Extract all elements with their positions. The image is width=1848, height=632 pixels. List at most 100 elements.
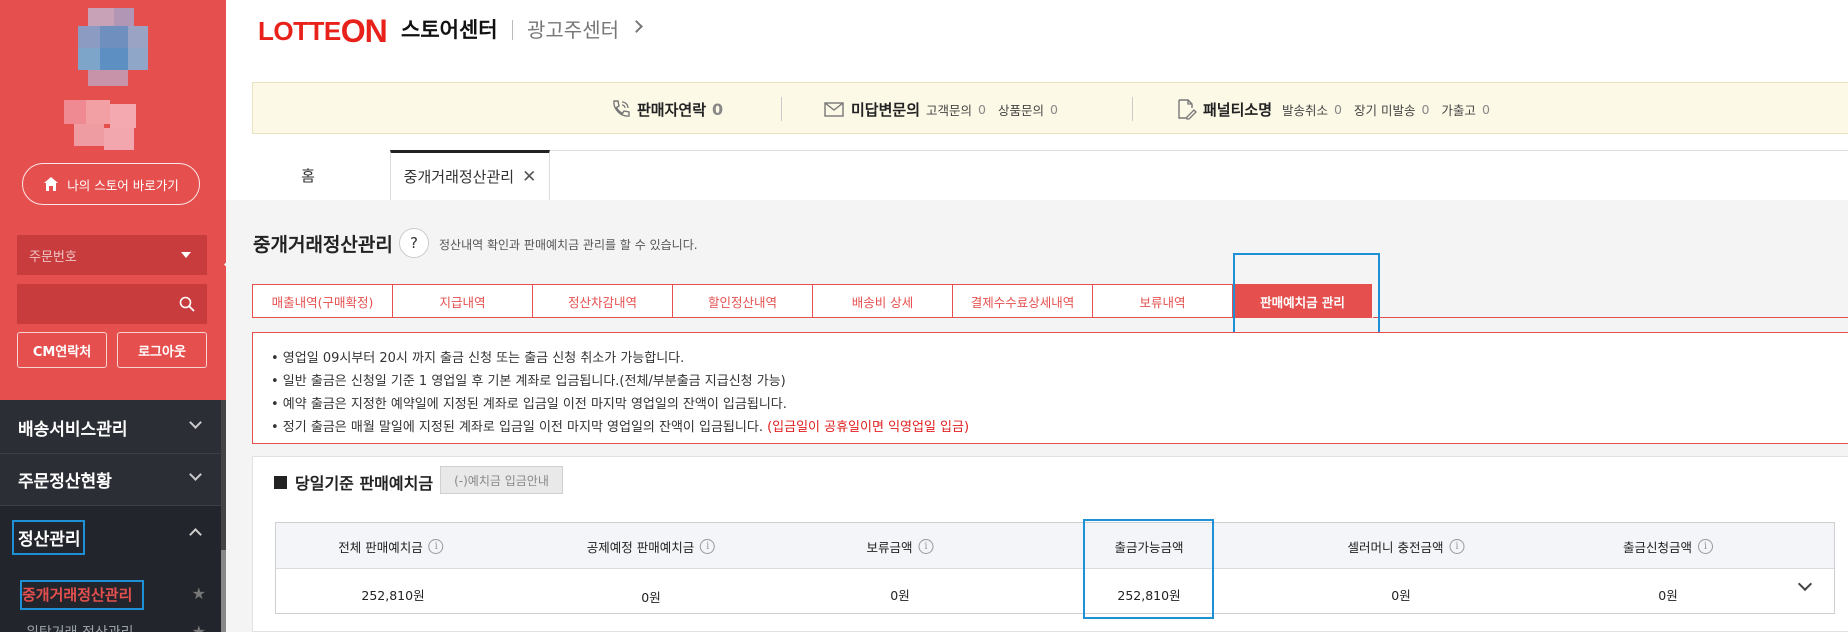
search-type-select[interactable]: 주문번호 (17, 235, 207, 275)
ad-center-link[interactable]: 광고주센터 (527, 14, 619, 43)
seller-contact-title: 판매자연락 (637, 100, 707, 119)
notice-bar: 판매자연락 0 미답변문의 고객문의 0 상품문의 0 패널티소명 발송취소 0… (252, 82, 1848, 134)
subtab-payment-fee[interactable]: 결제수수료상세내역 (952, 284, 1092, 318)
search-input[interactable] (17, 284, 207, 324)
highlight-box (1083, 519, 1214, 619)
header-label: 전체 판매예치금 (338, 540, 423, 555)
fake-shipment-label: 가출고 (1441, 102, 1476, 118)
page-title: 중개거래정산관리 (253, 234, 393, 256)
table-header-cell: 셀러머니 충전금액 i (1348, 537, 1465, 556)
subtab-shipping-detail[interactable]: 배송비 상세 (812, 284, 952, 318)
subtab-sales[interactable]: 매출내역(구매확정) (252, 284, 392, 318)
info-line: • 일반 출금은 신청일 기준 1 영업일 후 기본 계좌로 입금됩니다.(전체… (271, 374, 786, 389)
subtab-payment[interactable]: 지급내역 (392, 284, 532, 318)
tab-label: 중개거래정산관리 (403, 168, 515, 186)
customer-inquiry-label: 고객문의 (926, 102, 973, 118)
withdrawal-info-box: • 영업일 09시부터 20시 까지 출금 신청 또는 출금 신청 취소가 가능… (252, 332, 1848, 444)
shipping-cancel-label: 발송취소 (1282, 102, 1329, 118)
store-center-title: 스토어센터 (401, 18, 498, 42)
square-bullet-icon (274, 475, 287, 489)
product-inquiry-label: 상품문의 (997, 102, 1044, 118)
divider (781, 97, 782, 121)
tab-home-label: 홈 (301, 166, 315, 185)
subtab-discount[interactable]: 할인정산내역 (672, 284, 812, 318)
seller-contact-count: 0 (712, 99, 724, 119)
header-label: 셀러머니 충전금액 (1347, 540, 1444, 555)
submenu-consignment-settlement[interactable]: 위탁거래 정산관리 (26, 622, 134, 632)
deposit-guide-button[interactable]: (-)예치금 입금안내 (440, 466, 563, 494)
close-icon[interactable]: ✕ (522, 167, 536, 187)
table-cell: 0원 (1391, 588, 1411, 603)
table-cell: 0원 (1658, 588, 1678, 603)
cm-contact-button[interactable]: CM연락처 (17, 332, 107, 368)
info-icon[interactable]: i (428, 539, 444, 554)
highlight-box (1233, 253, 1380, 340)
sidebar: 나의 스토어 바로가기 주문번호 CM연락처 로그아웃 배송서비스관리 주문정산… (0, 0, 226, 632)
header-label: 보류금액 (866, 540, 913, 555)
mail-icon (824, 102, 844, 117)
long-delay-label: 장기 미발송 (1353, 102, 1416, 118)
info-icon[interactable]: i (918, 539, 934, 554)
table-cell: 0원 (641, 590, 661, 605)
question-icon: ? (410, 234, 418, 252)
info-icon[interactable]: i (1698, 539, 1714, 554)
table-header (276, 523, 1834, 569)
star-icon[interactable]: ★ (192, 622, 206, 632)
tab-brokerage-settlement[interactable]: 중개거래정산관리 ✕ (390, 150, 550, 200)
info-line-text: • 정기 출금은 매월 말일에 지정된 계좌로 입금일 이전 마지막 영업일의 … (271, 420, 763, 435)
info-icon[interactable]: i (700, 539, 716, 554)
table-cell: 252,810원 (361, 588, 425, 603)
caret-down-icon (181, 252, 191, 258)
lotteon-logo[interactable]: LOTTE ON (258, 13, 388, 50)
help-button[interactable]: ? (399, 228, 429, 258)
panel-title: 당일기준 판매예치금 (274, 470, 433, 494)
panel-title-text: 당일기준 판매예치금 (295, 474, 434, 493)
info-icon[interactable]: i (1449, 539, 1465, 554)
highlight-box (20, 580, 144, 610)
page-description: 정산내역 확인과 판매예치금 관리를 할 수 있습니다. (439, 238, 698, 252)
highlight-box (12, 520, 85, 555)
chevron-down-icon (189, 468, 202, 481)
my-store-button-label: 나의 스토어 바로가기 (67, 177, 179, 193)
subtab-hold[interactable]: 보류내역 (1092, 284, 1232, 318)
chevron-right-icon[interactable] (630, 20, 643, 33)
info-line: • 예약 출금은 지정한 예약일에 지정된 계좌로 입금일 이전 마지막 영업일… (271, 397, 787, 412)
table-header-cell: 전체 판매예치금 i (338, 537, 444, 556)
menu-order-settlement[interactable]: 주문정산현황 (0, 454, 226, 506)
store-name-blurred (64, 100, 156, 150)
customer-inquiry-count: 0 (978, 101, 986, 117)
logo-text: LOTTE (258, 16, 341, 46)
my-store-button[interactable]: 나의 스토어 바로가기 (22, 163, 200, 205)
unanswered-title: 미답변문의 (851, 100, 921, 119)
unanswered-group[interactable]: 미답변문의 고객문의 0 상품문의 0 (823, 98, 1058, 120)
header-label: 공제예정 판매예치금 (586, 540, 695, 555)
chevron-down-icon (189, 416, 202, 429)
menu-delivery-service[interactable]: 배송서비스관리 (0, 402, 226, 454)
logout-button[interactable]: 로그아웃 (117, 332, 207, 368)
menu-label: 배송서비스관리 (18, 420, 128, 440)
holiday-note: (입금일이 공휴일이면 익영업일 입금) (767, 420, 970, 435)
table-header-cell: 보류금액 i (866, 537, 934, 556)
guide-button-label: (-)예치금 입금안내 (454, 473, 549, 488)
table-header-cell: 출금신청금액 i (1622, 537, 1714, 556)
deposit-table: 전체 판매예치금 i 공제예정 판매예치금 i 보류금액 i 출금가능금액 셀러머니 … (275, 522, 1835, 614)
subtab-underline (1373, 317, 1848, 318)
long-delay-count: 0 (1421, 101, 1430, 117)
chevron-down-icon[interactable] (1797, 576, 1813, 592)
star-icon[interactable]: ★ (192, 584, 206, 603)
header-divider (512, 20, 513, 40)
penalty-group[interactable]: 패널티소명 발송취소 0 장기 미발송 0 가출고 0 (1175, 98, 1490, 120)
penalty-title: 패널티소명 (1203, 100, 1273, 119)
seller-contact-group[interactable]: 판매자연락 0 (609, 98, 723, 120)
home-icon (44, 177, 59, 191)
subtab-deduction[interactable]: 정산차감내역 (532, 284, 672, 318)
phone-icon (613, 100, 630, 117)
menu-label: 주문정산현황 (18, 472, 112, 492)
search-icon[interactable] (179, 296, 195, 312)
fake-shipment-count: 0 (1481, 101, 1490, 117)
product-inquiry-count: 0 (1050, 101, 1058, 117)
cm-contact-label: CM연락처 (32, 344, 92, 360)
divider (1132, 97, 1133, 121)
tab-home[interactable]: 홈 (226, 150, 390, 200)
header-label: 출금신청금액 (1622, 540, 1693, 555)
